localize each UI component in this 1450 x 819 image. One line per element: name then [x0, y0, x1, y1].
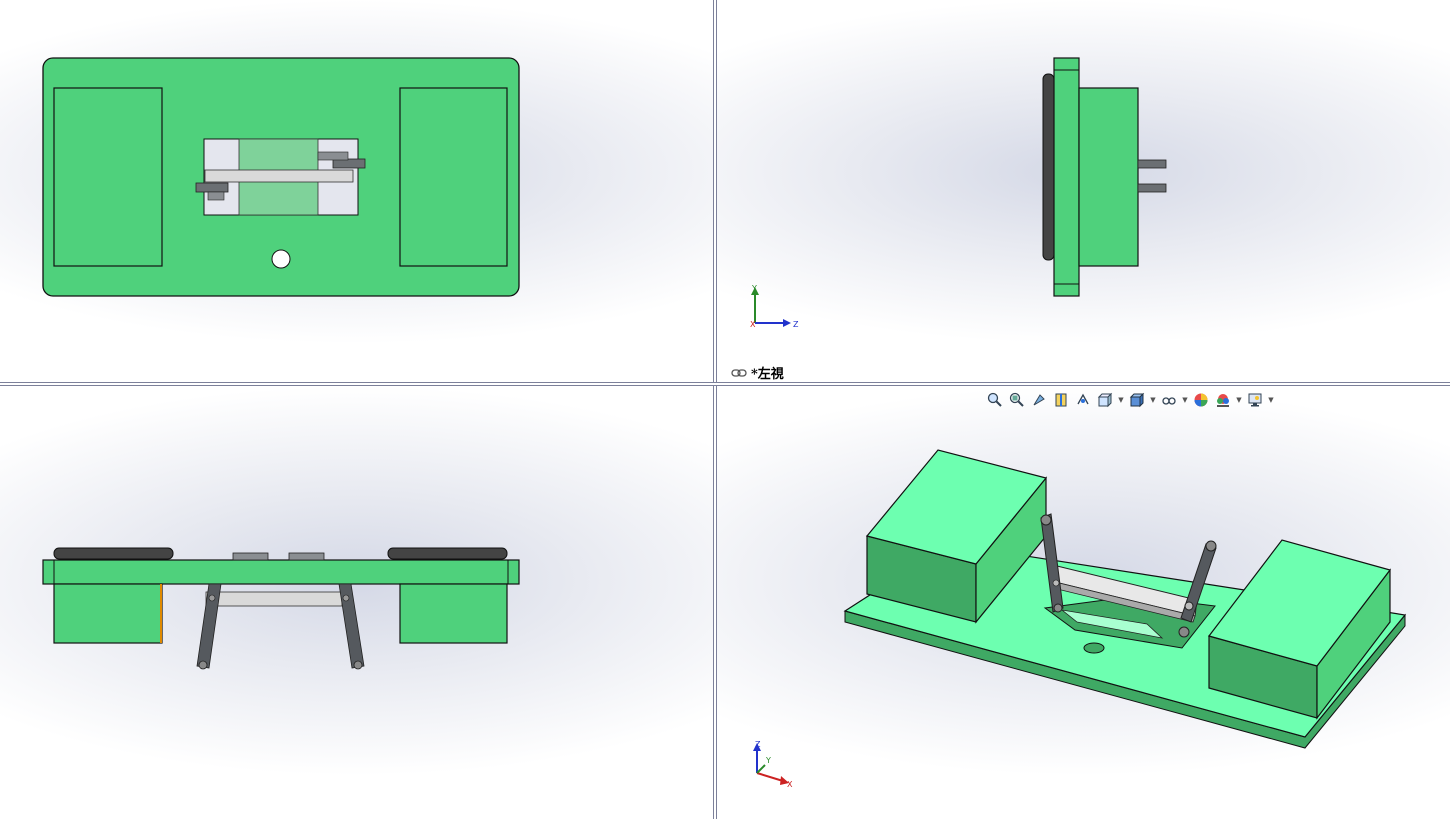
top-view-model: [42, 57, 520, 297]
left-block-front: [53, 583, 163, 644]
left-link: [195, 182, 229, 193]
rubber-pad: [1042, 73, 1055, 261]
viewport-front-view[interactable]: [0, 386, 713, 819]
viewport-splitter-vertical[interactable]: [713, 0, 717, 819]
viewport-isometric-view[interactable]: ▼ ▼ ▼ ▼ ▼ Z X Y: [717, 386, 1450, 819]
left-link-pin: [207, 191, 225, 201]
right-pad: [387, 547, 508, 560]
right-block-front: [399, 583, 508, 644]
triad-y-label: Y: [765, 756, 771, 765]
block-side: [1078, 87, 1139, 267]
left-pad: [53, 547, 174, 560]
coordinate-triad-iso: Z X Y: [753, 740, 793, 789]
guide-rail-front: [205, 591, 343, 607]
viewport-splitter-horizontal[interactable]: [0, 382, 1450, 386]
view-name: *左視: [751, 367, 784, 382]
link-stub-bottom: [1137, 183, 1167, 193]
right-link-front: [338, 583, 365, 669]
left-block: [53, 87, 163, 267]
front-view-model: [42, 547, 520, 670]
triad-x-label: X: [750, 320, 756, 329]
base-plate-front: [42, 559, 520, 585]
right-block: [399, 87, 508, 267]
triad-z-label: Z: [755, 740, 761, 749]
center-hole-iso: [1083, 642, 1105, 654]
view-label: *左視: [731, 363, 784, 382]
top-stub-left: [232, 552, 269, 561]
center-hole: [271, 249, 291, 269]
triad-z-label: Z: [793, 320, 799, 329]
guide-rail: [204, 169, 354, 183]
viewport-left-view[interactable]: Y Z X *左視: [717, 0, 1450, 382]
viewport-top-view[interactable]: [0, 0, 713, 382]
left-link-front: [196, 583, 222, 669]
base-plate-side: [1053, 57, 1080, 297]
link-stub-top: [1137, 159, 1167, 169]
triad-x-label: X: [787, 780, 793, 789]
coordinate-triad-left: Y Z X: [750, 284, 799, 329]
triad-y-label: Y: [751, 284, 757, 293]
link-icon: [731, 368, 747, 377]
right-link: [332, 158, 366, 169]
top-stub-right: [288, 552, 325, 561]
right-link-pin: [317, 151, 349, 161]
